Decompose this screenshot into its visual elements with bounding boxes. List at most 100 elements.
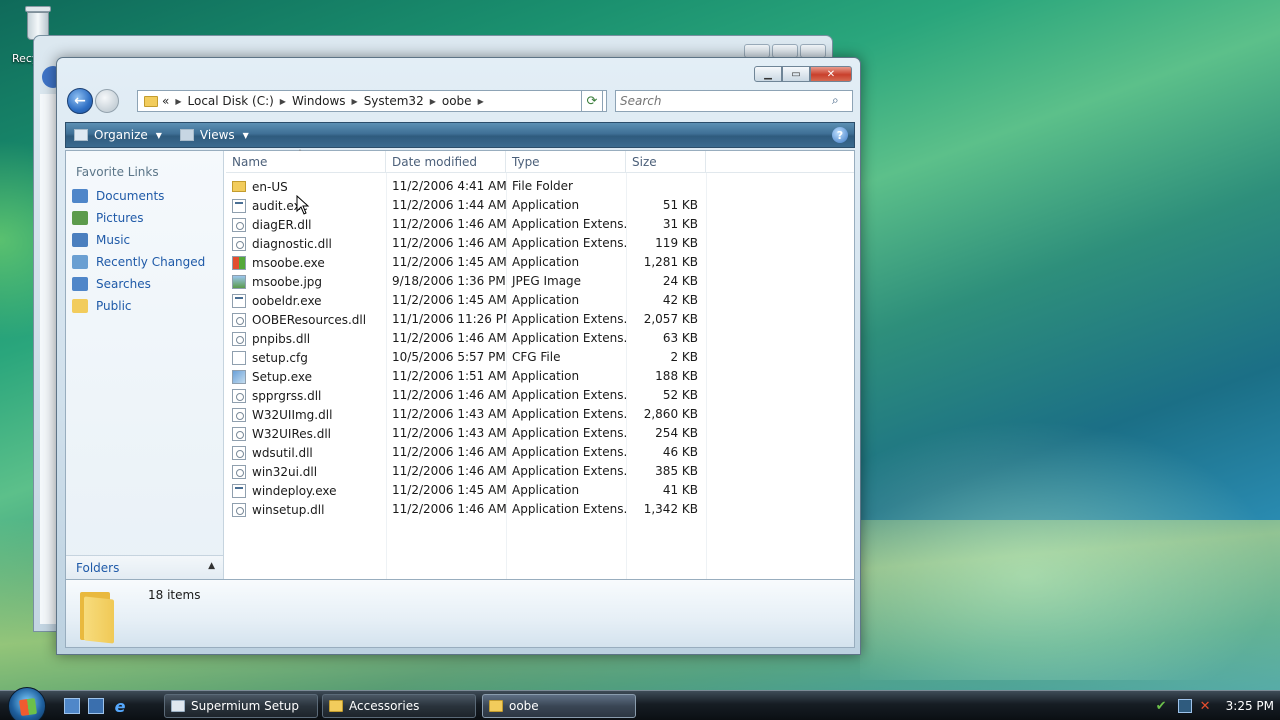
breadcrumb: « ▶ Local Disk (C:) ▶ Windows ▶ System32… xyxy=(162,94,484,108)
column-size[interactable]: Size xyxy=(626,151,706,173)
address-bar[interactable]: « ▶ Local Disk (C:) ▶ Windows ▶ System32… xyxy=(137,90,607,112)
public-folder-icon xyxy=(72,299,88,313)
file-name: diagnostic.dll xyxy=(252,236,332,251)
file-date-modified: 11/1/2006 11:26 PM xyxy=(392,312,506,326)
favorite-link-searches[interactable]: Searches xyxy=(66,273,223,295)
file-row[interactable]: en-US 11/2/2006 4:41 AM File Folder xyxy=(226,177,854,196)
file-row[interactable]: msoobe.exe 11/2/2006 1:45 AM Application 1,… xyxy=(226,253,854,272)
file-name: W32UIRes.dll xyxy=(252,426,331,441)
file-date-modified: 11/2/2006 1:45 AM xyxy=(392,255,506,269)
breadcrumb-local-disk[interactable]: Local Disk (C:) xyxy=(188,94,274,108)
column-type[interactable]: Type xyxy=(506,151,626,173)
breadcrumb-windows[interactable]: Windows xyxy=(292,94,346,108)
file-date-modified: 11/2/2006 1:45 AM xyxy=(392,293,506,307)
file-row[interactable]: setup.cfg 10/5/2006 5:57 PM CFG File 2 KB xyxy=(226,348,854,367)
refresh-button[interactable]: ⟳ xyxy=(581,90,603,112)
breadcrumb-system32[interactable]: System32 xyxy=(364,94,424,108)
search-icon[interactable]: ⌕ xyxy=(832,93,848,109)
file-row[interactable]: oobeldr.exe 11/2/2006 1:45 AM Application 4… xyxy=(226,291,854,310)
file-row[interactable]: diagER.dll 11/2/2006 1:46 AM Application E… xyxy=(226,215,854,234)
favorite-link-music[interactable]: Music xyxy=(66,229,223,251)
explorer-window[interactable]: ▁ ▭ ✕ ← « ▶ Local Disk (C:) ▶ Windows ▶ … xyxy=(56,57,861,655)
taskbar-button-oobe[interactable]: oobe xyxy=(482,694,636,718)
file-row[interactable]: windeploy.exe 11/2/2006 1:45 AM Applicatio… xyxy=(226,481,854,500)
file-row[interactable]: win32ui.dll 11/2/2006 1:46 AM Application … xyxy=(226,462,854,481)
folder-icon xyxy=(329,700,343,712)
file-type: Application xyxy=(512,483,580,497)
folder-icon xyxy=(144,95,158,107)
details-pane: 18 items xyxy=(65,580,855,648)
column-headers: Name ˆ Date modified Type Size xyxy=(226,149,854,173)
search-box[interactable]: ⌕ xyxy=(615,90,853,112)
file-row[interactable]: wdsutil.dll 11/2/2006 1:46 AM Application … xyxy=(226,443,854,462)
show-desktop-icon[interactable] xyxy=(64,698,80,714)
file-row[interactable]: msoobe.jpg 9/18/2006 1:36 PM JPEG Image 24 … xyxy=(226,272,854,291)
file-date-modified: 11/2/2006 1:45 AM xyxy=(392,483,506,497)
file-name-cell: msoobe.jpg xyxy=(226,272,386,291)
file-row[interactable]: diagnostic.dll 11/2/2006 1:46 AM Applicati… xyxy=(226,234,854,253)
favorite-link-public[interactable]: Public xyxy=(66,295,223,317)
organize-button[interactable]: Organize ▼ xyxy=(66,123,172,147)
favorite-link-documents[interactable]: Documents xyxy=(66,185,223,207)
bg-maximize-button[interactable] xyxy=(772,44,798,58)
file-name-cell: diagnostic.dll xyxy=(226,234,386,253)
file-name-cell: msoobe.exe xyxy=(226,253,386,272)
file-row[interactable]: pnpibs.dll 11/2/2006 1:46 AM Application E… xyxy=(226,329,854,348)
file-size: 2 KB xyxy=(670,350,698,364)
close-button[interactable]: ✕ xyxy=(810,66,852,82)
column-name[interactable]: Name ˆ xyxy=(226,149,386,173)
window-controls: ▁ ▭ ✕ xyxy=(754,66,852,82)
file-type: JPEG Image xyxy=(512,274,582,288)
security-icon[interactable]: ✔ xyxy=(1156,699,1170,714)
file-name: win32ui.dll xyxy=(252,464,318,479)
file-type: Application xyxy=(512,255,580,269)
file-name: diagER.dll xyxy=(252,217,312,232)
column-date-modified[interactable]: Date modified xyxy=(386,151,506,173)
favorite-link-recently-changed[interactable]: Recently Changed xyxy=(66,251,223,273)
file-row[interactable]: W32UIRes.dll 11/2/2006 1:43 AM Application… xyxy=(226,424,854,443)
file-type: Application Extens... xyxy=(512,445,626,459)
help-button[interactable]: ? xyxy=(832,127,848,143)
search-input[interactable] xyxy=(616,94,816,108)
wallpaper-glow xyxy=(860,420,1280,680)
volume-muted-icon[interactable]: ✕ xyxy=(1200,699,1214,714)
forward-button[interactable] xyxy=(95,89,119,113)
switch-windows-icon[interactable] xyxy=(88,698,104,714)
file-size: 254 KB xyxy=(655,426,698,440)
file-type: Application Extens... xyxy=(512,502,626,516)
file-date-modified: 11/2/2006 1:46 AM xyxy=(392,388,506,402)
setup-app-icon xyxy=(171,700,185,712)
file-date-modified: 11/2/2006 1:43 AM xyxy=(392,407,506,421)
breadcrumb-oobe[interactable]: oobe xyxy=(442,94,472,108)
breadcrumb-overflow[interactable]: « xyxy=(162,94,169,108)
documents-icon xyxy=(72,189,88,203)
maximize-button[interactable]: ▭ xyxy=(782,66,810,82)
taskbar-button-supermium-setup[interactable]: Supermium Setup xyxy=(164,694,318,718)
start-button[interactable] xyxy=(8,687,46,720)
file-size: 24 KB xyxy=(662,274,698,288)
folder-icon xyxy=(489,700,503,712)
taskbar-button-accessories[interactable]: Accessories xyxy=(322,694,476,718)
file-row[interactable]: Setup.exe 11/2/2006 1:51 AM Application 188… xyxy=(226,367,854,386)
file-row[interactable]: winsetup.dll 11/2/2006 1:46 AM Application… xyxy=(226,500,854,519)
file-row[interactable]: spprgrss.dll 11/2/2006 1:46 AM Application… xyxy=(226,386,854,405)
file-row[interactable]: OOBEResources.dll 11/1/2006 11:26 PM Appli… xyxy=(226,310,854,329)
file-name-cell: Setup.exe xyxy=(226,367,386,386)
bg-minimize-button[interactable] xyxy=(744,44,770,58)
file-date-modified: 11/2/2006 1:46 AM xyxy=(392,502,506,516)
views-button[interactable]: Views ▼ xyxy=(172,123,259,147)
setup-app-icon xyxy=(232,369,246,384)
internet-explorer-icon[interactable]: e xyxy=(112,697,128,716)
clock[interactable]: 3:25 PM xyxy=(1226,699,1274,713)
folders-toggle[interactable]: Folders ▲ xyxy=(66,555,223,579)
network-icon[interactable] xyxy=(1177,699,1192,713)
file-type: CFG File xyxy=(512,350,561,364)
file-date-modified: 11/2/2006 4:41 AM xyxy=(392,179,506,193)
bg-close-button[interactable] xyxy=(800,44,826,58)
file-name-cell: spprgrss.dll xyxy=(226,386,386,405)
file-row[interactable]: W32UIImg.dll 11/2/2006 1:43 AM Application… xyxy=(226,405,854,424)
back-button[interactable]: ← xyxy=(67,88,93,114)
minimize-button[interactable]: ▁ xyxy=(754,66,782,82)
favorite-link-pictures[interactable]: Pictures xyxy=(66,207,223,229)
file-row[interactable]: audit.exe 11/2/2006 1:44 AM Application 51 … xyxy=(226,196,854,215)
